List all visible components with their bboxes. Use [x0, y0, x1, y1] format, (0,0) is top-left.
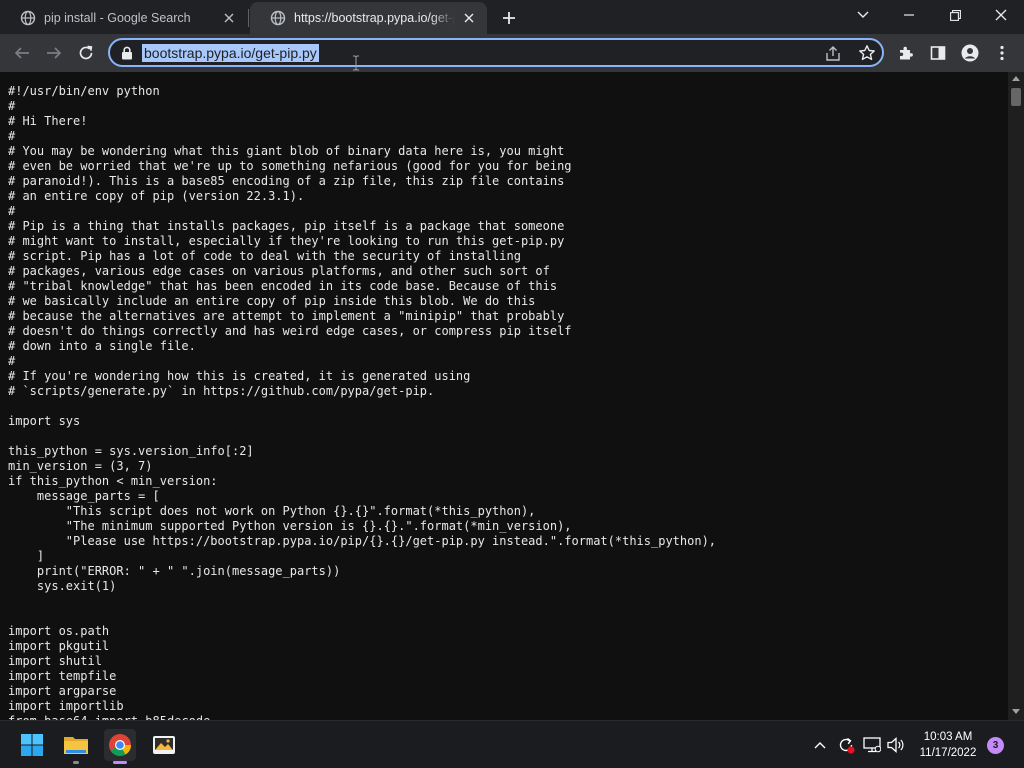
chevron-down-icon	[857, 11, 869, 18]
minimize-button[interactable]	[886, 0, 932, 30]
chrome-button[interactable]	[104, 729, 136, 764]
speaker-icon	[887, 737, 904, 753]
vertical-scrollbar[interactable]	[1008, 72, 1024, 720]
scroll-down-arrow-icon[interactable]	[1012, 709, 1020, 714]
close-window-button[interactable]	[978, 0, 1024, 30]
kebab-menu-icon	[1000, 45, 1004, 61]
restore-icon	[949, 9, 961, 21]
running-indicator	[73, 761, 79, 764]
script-source-text: #!/usr/bin/env python # # Hi There! # # …	[8, 84, 717, 720]
taskbar-clock[interactable]: 10:03 AM 11/17/2022	[916, 729, 980, 761]
address-bar[interactable]: bootstrap.pypa.io/get-pip.py	[108, 38, 884, 67]
sync-alert-icon	[839, 737, 855, 754]
extensions-button[interactable]	[892, 39, 920, 67]
lock-icon[interactable]	[120, 46, 134, 60]
scroll-up-arrow-icon[interactable]	[1012, 76, 1020, 81]
text-cursor-icon	[353, 55, 359, 71]
scrollbar-thumb[interactable]	[1011, 88, 1021, 106]
menu-button[interactable]	[988, 39, 1016, 67]
page-content: #!/usr/bin/env python # # Hi There! # # …	[0, 72, 1008, 720]
profile-icon	[961, 44, 979, 62]
taskbar: 10:03 AM 11/17/2022 3	[0, 720, 1024, 768]
close-tab-icon[interactable]	[221, 10, 237, 26]
arrow-left-icon	[14, 47, 29, 59]
share-icon[interactable]	[824, 45, 842, 63]
tab-title: pip install - Google Search	[44, 11, 191, 25]
tab-search-button[interactable]	[840, 0, 886, 30]
side-panel-button[interactable]	[924, 39, 952, 67]
show-hidden-icons-button[interactable]	[810, 735, 830, 755]
reload-icon	[79, 45, 93, 60]
start-icon	[21, 734, 43, 756]
active-indicator	[113, 761, 127, 764]
tab-google-search[interactable]: pip install - Google Search	[0, 2, 247, 34]
notification-badge[interactable]: 3	[987, 737, 1004, 754]
globe-icon	[20, 10, 36, 26]
tab-separator	[248, 9, 249, 27]
tab-strip: pip install - Google Search https://boot…	[0, 0, 1024, 34]
clock-time: 10:03 AM	[923, 731, 973, 743]
reload-button[interactable]	[72, 39, 100, 67]
bookmark-star-icon[interactable]	[858, 44, 876, 62]
network-icon	[863, 737, 881, 753]
chevron-up-icon	[814, 742, 826, 749]
arrow-right-icon	[47, 47, 62, 59]
url-text[interactable]: bootstrap.pypa.io/get-pip.py	[142, 44, 319, 62]
new-tab-button[interactable]	[498, 7, 520, 29]
tab-get-pip[interactable]: https://bootstrap.pypa.io/get-pip.py	[250, 2, 487, 34]
close-icon	[995, 9, 1007, 21]
puzzle-icon	[900, 46, 913, 60]
tab-title: https://bootstrap.pypa.io/get-pip.py	[294, 11, 455, 25]
sync-status-button[interactable]	[836, 735, 856, 755]
start-button[interactable]	[16, 729, 48, 761]
close-tab-icon[interactable]	[461, 10, 477, 26]
restore-button[interactable]	[932, 0, 978, 30]
photos-icon	[153, 736, 175, 754]
photos-button[interactable]	[148, 729, 180, 761]
file-explorer-button[interactable]	[60, 729, 92, 764]
chrome-icon	[109, 734, 131, 756]
volume-button[interactable]	[886, 735, 906, 755]
plus-icon	[503, 12, 515, 24]
profile-button[interactable]	[956, 39, 984, 67]
network-button[interactable]	[862, 735, 882, 755]
clock-date: 11/17/2022	[919, 747, 977, 759]
file-explorer-icon	[64, 737, 88, 754]
browser-toolbar: bootstrap.pypa.io/get-pip.py	[0, 34, 1024, 72]
minimize-icon	[904, 14, 914, 16]
side-panel-icon	[930, 46, 946, 60]
back-button[interactable]	[8, 39, 36, 67]
forward-button[interactable]	[40, 39, 68, 67]
globe-icon	[270, 10, 286, 26]
